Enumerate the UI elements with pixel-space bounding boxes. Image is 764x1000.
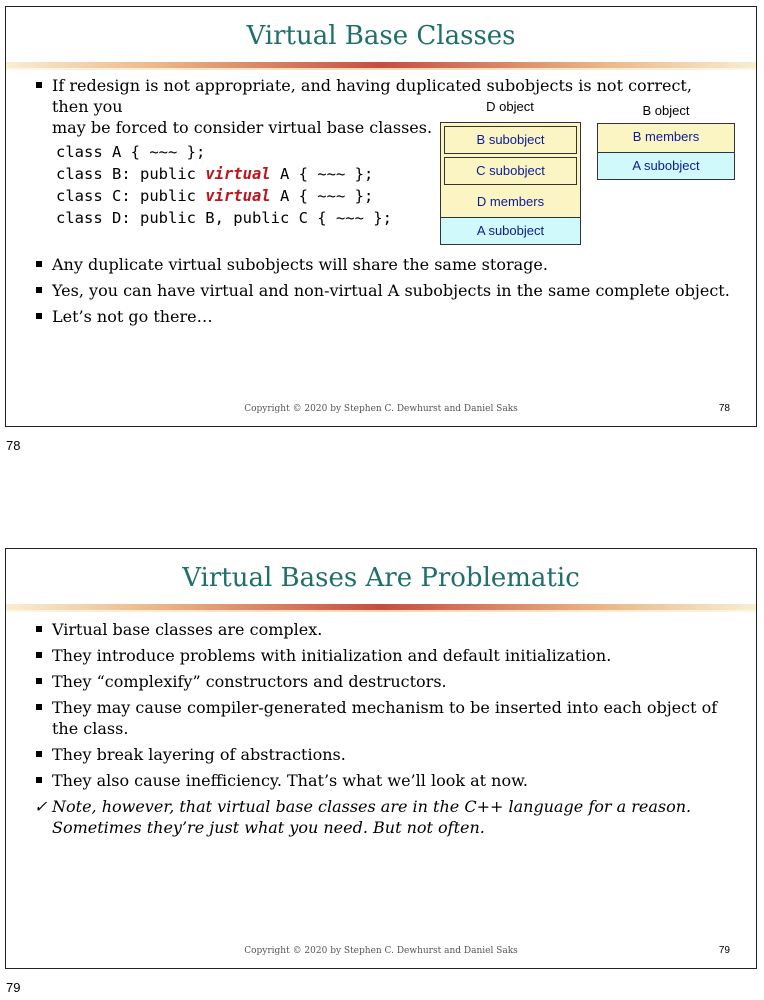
code-keyword: virtual <box>205 187 271 205</box>
slide-title: Virtual Base Classes <box>246 21 516 51</box>
title-divider-shadow <box>6 68 756 70</box>
d-object-label: D object <box>486 99 534 114</box>
bullet-list-bottom: Any duplicate virtual subobjects will sh… <box>34 254 730 332</box>
slide-79: Virtual Bases Are Problematic Virtual ba… <box>5 548 757 969</box>
outer-page-number: 78 <box>6 438 21 453</box>
code-line: class A { ~~~ }; <box>56 141 392 163</box>
d-part-a-subobject: A subobject <box>440 217 581 245</box>
code-text: class C: public <box>56 187 206 205</box>
bullet-item: Let’s not go there… <box>34 306 730 327</box>
d-part-d-members: D members <box>476 194 545 209</box>
code-text: class A { ~~~ }; <box>56 143 206 161</box>
bullet-item: They also cause inefficiency. That’s wha… <box>34 770 730 791</box>
bullet-item: They “complexify” constructors and destr… <box>34 671 730 692</box>
bullet-item: Virtual base classes are complex. <box>34 619 730 640</box>
check-note-text: Note, however, that virtual base classes… <box>52 797 692 837</box>
code-text: class D: public B, public C { ~~~ }; <box>56 209 392 227</box>
code-keyword: virtual <box>205 165 271 183</box>
b-part-b-members: B members <box>597 123 735 153</box>
bullet-text: If redesign is not appropriate, and havi… <box>52 76 692 116</box>
bullet-item: They introduce problems with initializat… <box>34 645 730 666</box>
bullet-item: They break layering of abstractions. <box>34 744 730 765</box>
b-part-a-subobject: A subobject <box>597 152 735 180</box>
bullet-text-cont: may be forced to consider virtual base c… <box>52 118 433 137</box>
d-part-c-subobject: C subobject <box>444 157 577 185</box>
code-text: A { ~~~ }; <box>270 187 374 205</box>
d-part-b-subobject: B subobject <box>444 126 577 154</box>
check-note: ✓ Note, however, that virtual base class… <box>34 796 730 838</box>
bullet-item: Any duplicate virtual subobjects will sh… <box>34 254 730 275</box>
slide-78: Virtual Base Classes If redesign is not … <box>5 6 757 427</box>
checkmark-icon: ✓ <box>34 797 48 816</box>
slide-page-number: 79 <box>718 945 730 956</box>
slide-page-number: 78 <box>718 403 730 414</box>
outer-page-number: 79 <box>6 980 21 995</box>
copyright: Copyright © 2020 by Stephen C. Dewhurst … <box>244 404 518 414</box>
code-text: class B: public <box>56 165 206 183</box>
bullet-item: They may cause compiler-generated mechan… <box>34 697 730 739</box>
code-block: class A { ~~~ }; class B: public virtual … <box>56 141 392 229</box>
code-text: A { ~~~ }; <box>270 165 374 183</box>
bullet-list: Virtual base classes are complex. They i… <box>34 619 730 843</box>
copyright: Copyright © 2020 by Stephen C. Dewhurst … <box>244 946 518 956</box>
bullet-item: Yes, you can have virtual and non-virtua… <box>34 280 730 301</box>
code-line: class C: public virtual A { ~~~ }; <box>56 185 392 207</box>
code-line: class B: public virtual A { ~~~ }; <box>56 163 392 185</box>
title-divider-shadow <box>6 610 756 612</box>
b-object-label: B object <box>642 103 690 118</box>
code-line: class D: public B, public C { ~~~ }; <box>56 207 392 229</box>
slide-title: Virtual Bases Are Problematic <box>182 563 580 593</box>
